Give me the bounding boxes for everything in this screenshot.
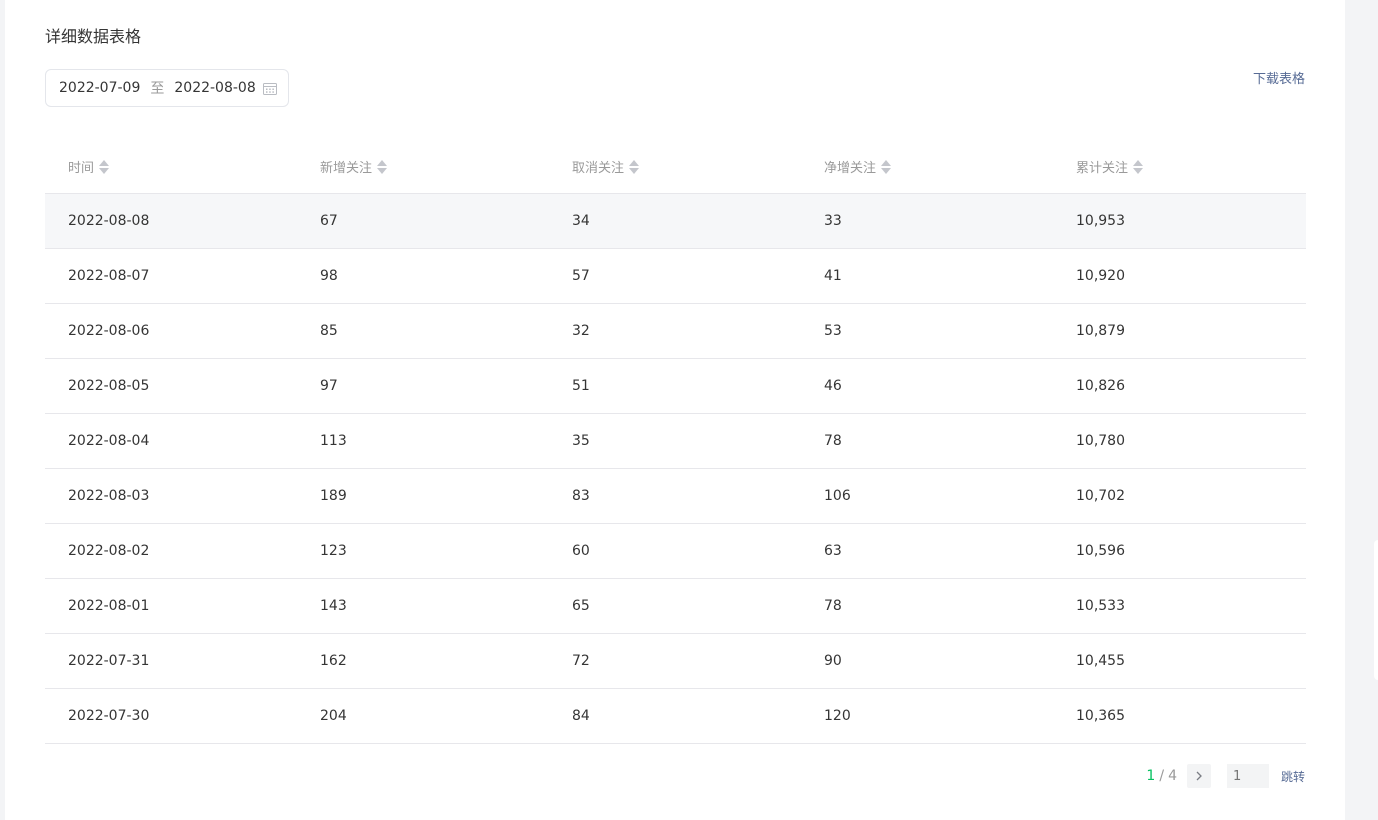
cell-time: 2022-07-30 (68, 708, 150, 724)
cell-new-follows: 123 (320, 543, 347, 559)
pagination: 1 / 4 跳转 (1146, 764, 1305, 788)
cell-total-follows: 10,365 (1076, 708, 1125, 724)
cell-new-follows: 113 (320, 433, 347, 449)
column-header-net-follows[interactable]: 净增关注 (801, 157, 1053, 176)
cell-unfollows: 72 (572, 653, 590, 669)
cell-time: 2022-08-02 (68, 543, 150, 559)
cell-total-follows: 10,826 (1076, 378, 1125, 394)
cell-net-follows: 53 (824, 323, 842, 339)
data-table: 时间 新增关注 取消关注 净增关注 累计关注 2022-08-08 67 34 … (45, 140, 1306, 744)
download-table-link[interactable]: 下载表格 (1253, 70, 1305, 90)
cell-unfollows: 32 (572, 323, 590, 339)
cell-net-follows: 78 (824, 433, 842, 449)
cell-net-follows: 120 (824, 708, 851, 724)
cell-time: 2022-08-05 (68, 378, 150, 394)
side-panel-edge (1374, 540, 1378, 680)
column-header-total-follows[interactable]: 累计关注 (1053, 157, 1305, 176)
date-start[interactable]: 2022-07-09 (59, 80, 140, 96)
chevron-right-icon (1196, 771, 1202, 781)
cell-unfollows: 35 (572, 433, 590, 449)
table-row: 2022-08-03 189 83 106 10,702 (45, 469, 1306, 524)
cell-net-follows: 90 (824, 653, 842, 669)
cell-new-follows: 98 (320, 268, 338, 284)
cell-new-follows: 97 (320, 378, 338, 394)
cell-time: 2022-07-31 (68, 653, 150, 669)
cell-net-follows: 46 (824, 378, 842, 394)
cell-new-follows: 67 (320, 213, 338, 229)
table-row: 2022-07-31 162 72 90 10,455 (45, 634, 1306, 689)
cell-time: 2022-08-08 (68, 213, 150, 229)
column-header-label: 新增关注 (320, 161, 373, 176)
cell-net-follows: 33 (824, 213, 842, 229)
cell-unfollows: 34 (572, 213, 590, 229)
calendar-icon[interactable] (263, 82, 277, 95)
column-header-label: 累计关注 (1076, 161, 1129, 176)
table-row: 2022-08-01 143 65 78 10,533 (45, 579, 1306, 634)
page-jump-input[interactable] (1226, 764, 1269, 788)
table-row: 2022-08-05 97 51 46 10,826 (45, 359, 1306, 414)
next-page-button[interactable] (1186, 764, 1211, 788)
cell-total-follows: 10,780 (1076, 433, 1125, 449)
cell-unfollows: 83 (572, 488, 590, 504)
cell-new-follows: 204 (320, 708, 347, 724)
cell-unfollows: 84 (572, 708, 590, 724)
column-header-label: 时间 (68, 161, 95, 176)
table-row: 2022-08-04 113 35 78 10,780 (45, 414, 1306, 469)
date-end[interactable]: 2022-08-08 (174, 80, 255, 96)
section-title: 详细数据表格 (45, 27, 142, 46)
cell-unfollows: 51 (572, 378, 590, 394)
cell-new-follows: 189 (320, 488, 347, 504)
cell-total-follows: 10,920 (1076, 268, 1125, 284)
cell-new-follows: 143 (320, 598, 347, 614)
cell-net-follows: 63 (824, 543, 842, 559)
cell-time: 2022-08-01 (68, 598, 150, 614)
total-pages: 4 (1168, 768, 1177, 784)
cell-total-follows: 10,533 (1076, 598, 1125, 614)
jump-button[interactable]: 跳转 (1281, 768, 1305, 785)
table-header: 时间 新增关注 取消关注 净增关注 累计关注 (45, 140, 1306, 194)
cell-net-follows: 106 (824, 488, 851, 504)
table-row: 2022-08-08 67 34 33 10,953 (45, 194, 1306, 249)
column-header-new-follows[interactable]: 新增关注 (297, 157, 549, 176)
cell-net-follows: 78 (824, 598, 842, 614)
sort-icon[interactable] (629, 159, 640, 175)
cell-unfollows: 60 (572, 543, 590, 559)
cell-total-follows: 10,702 (1076, 488, 1125, 504)
sort-icon[interactable] (99, 159, 110, 175)
column-header-unfollows[interactable]: 取消关注 (549, 157, 801, 176)
cell-time: 2022-08-06 (68, 323, 150, 339)
sort-icon[interactable] (1133, 159, 1144, 175)
cell-new-follows: 85 (320, 323, 338, 339)
cell-unfollows: 57 (572, 268, 590, 284)
column-header-label: 取消关注 (572, 161, 625, 176)
data-table-card: 详细数据表格 2022-07-09 至 2022-08-08 下载表格 时间 新… (5, 0, 1345, 820)
cell-total-follows: 10,879 (1076, 323, 1125, 339)
cell-total-follows: 10,953 (1076, 213, 1125, 229)
table-row: 2022-08-06 85 32 53 10,879 (45, 304, 1306, 359)
date-separator: 至 (150, 81, 165, 97)
cell-time: 2022-08-04 (68, 433, 150, 449)
cell-net-follows: 41 (824, 268, 842, 284)
column-header-label: 净增关注 (824, 161, 877, 176)
column-header-time[interactable]: 时间 (45, 157, 297, 176)
table-row: 2022-08-07 98 57 41 10,920 (45, 249, 1306, 304)
cell-unfollows: 65 (572, 598, 590, 614)
cell-time: 2022-08-03 (68, 488, 150, 504)
sort-icon[interactable] (881, 159, 892, 175)
cell-total-follows: 10,455 (1076, 653, 1125, 669)
sort-icon[interactable] (377, 159, 388, 175)
date-range-picker[interactable]: 2022-07-09 至 2022-08-08 (45, 69, 289, 107)
cell-total-follows: 10,596 (1076, 543, 1125, 559)
table-row: 2022-08-02 123 60 63 10,596 (45, 524, 1306, 579)
cell-time: 2022-08-07 (68, 268, 150, 284)
page-separator: / (1159, 768, 1165, 784)
table-row: 2022-07-30 204 84 120 10,365 (45, 689, 1306, 744)
current-page: 1 (1146, 768, 1156, 784)
cell-new-follows: 162 (320, 653, 347, 669)
